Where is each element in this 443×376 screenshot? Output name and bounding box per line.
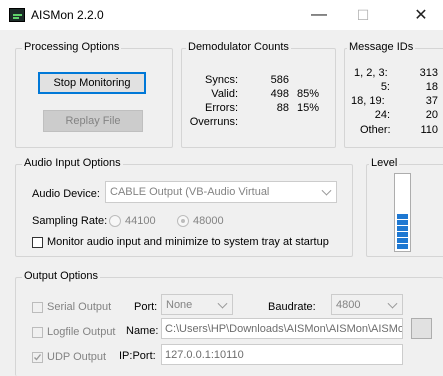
msgid-label: 24:: [374, 109, 390, 121]
ipport-label: IP:Port:: [119, 350, 156, 362]
baudrate-select[interactable]: 4800: [331, 294, 403, 315]
app-icon: [9, 8, 25, 22]
msgid-label: 18, 19:: [351, 95, 385, 107]
message-ids-legend: Message IDs: [347, 41, 416, 53]
serial-output-label: Serial Output: [47, 301, 112, 313]
level-segment: [397, 226, 408, 231]
overruns-label: Overruns:: [189, 116, 238, 128]
demodulator-counts-legend: Demodulator Counts: [186, 41, 291, 53]
msgid-count: 18: [425, 81, 438, 93]
msgid-label: Other:: [360, 124, 391, 136]
close-button[interactable]: ✕: [399, 2, 443, 28]
monitor-minimize-label: Monitor audio input and minimize to syst…: [47, 236, 329, 248]
errors-count: 88: [276, 102, 289, 114]
level-segment: [397, 238, 408, 243]
port-select[interactable]: None: [161, 294, 233, 315]
msgid-count: 37: [425, 95, 438, 107]
msgid-count: 20: [425, 109, 438, 121]
chevron-down-icon: [321, 185, 332, 196]
audio-device-value: CABLE Output (VB-Audio Virtual: [110, 186, 270, 198]
audio-device-label: Audio Device:: [32, 188, 100, 200]
output-options-legend: Output Options: [22, 270, 100, 282]
baudrate-value: 4800: [336, 298, 361, 311]
ipport-input[interactable]: 127.0.0.1:10110: [161, 344, 403, 365]
checkmark-icon: [34, 354, 42, 361]
port-value: None: [166, 298, 193, 311]
rate-48000-radio[interactable]: [177, 215, 189, 227]
msgid-count: 110: [420, 124, 438, 136]
level-segment: [397, 244, 408, 249]
valid-percent: 85%: [296, 88, 319, 100]
serial-output-checkbox[interactable]: [32, 302, 43, 313]
errors-percent: 15%: [296, 102, 319, 114]
logfile-name-input[interactable]: C:\Users\HP\Downloads\AISMon\AISMon\AISM…: [161, 318, 403, 339]
baudrate-label: Baudrate:: [268, 301, 316, 313]
level-meter: [394, 173, 411, 252]
logfile-output-label: Logfile Output: [47, 326, 116, 338]
port-label: Port:: [134, 301, 158, 313]
udp-output-label: UDP Output: [47, 351, 107, 363]
msgid-label: 1, 2, 3:: [354, 67, 388, 79]
level-segment: [397, 220, 408, 225]
valid-count: 498: [270, 88, 289, 100]
errors-label: Errors:: [205, 102, 238, 114]
udp-output-checkbox[interactable]: [32, 352, 43, 363]
window-title: AISMon 2.2.0: [31, 8, 104, 22]
msgid-label: 5:: [380, 81, 390, 93]
audio-input-options-legend: Audio Input Options: [22, 157, 123, 169]
msgid-count: 313: [419, 67, 438, 79]
browse-button[interactable]: [411, 318, 432, 339]
valid-label: Valid:: [211, 88, 238, 100]
minimize-button[interactable]: —: [297, 2, 341, 28]
rate-44100-label: 44100: [125, 215, 156, 227]
chevron-down-icon: [387, 298, 398, 309]
sampling-rate-label: Sampling Rate:: [32, 215, 108, 227]
syncs-label: Syncs:: [204, 74, 238, 86]
rate-48000-label: 48000: [193, 215, 224, 227]
logfile-output-checkbox[interactable]: [32, 327, 43, 338]
rate-44100-radio[interactable]: [109, 215, 121, 227]
syncs-count: 586: [270, 74, 289, 86]
level-segment: [397, 214, 408, 219]
processing-options-group: [15, 48, 173, 148]
replay-file-button[interactable]: Replay File: [43, 110, 143, 132]
stop-monitoring-button[interactable]: Stop Monitoring: [38, 72, 146, 94]
maximize-button[interactable]: ☐: [341, 2, 385, 28]
audio-device-select[interactable]: CABLE Output (VB-Audio Virtual: [105, 181, 337, 203]
monitor-minimize-checkbox[interactable]: [32, 237, 43, 248]
level-legend: Level: [369, 157, 400, 169]
chevron-down-icon: [217, 298, 228, 309]
level-segment: [397, 232, 408, 237]
name-label: Name:: [126, 325, 159, 337]
processing-options-legend: Processing Options: [22, 41, 122, 53]
